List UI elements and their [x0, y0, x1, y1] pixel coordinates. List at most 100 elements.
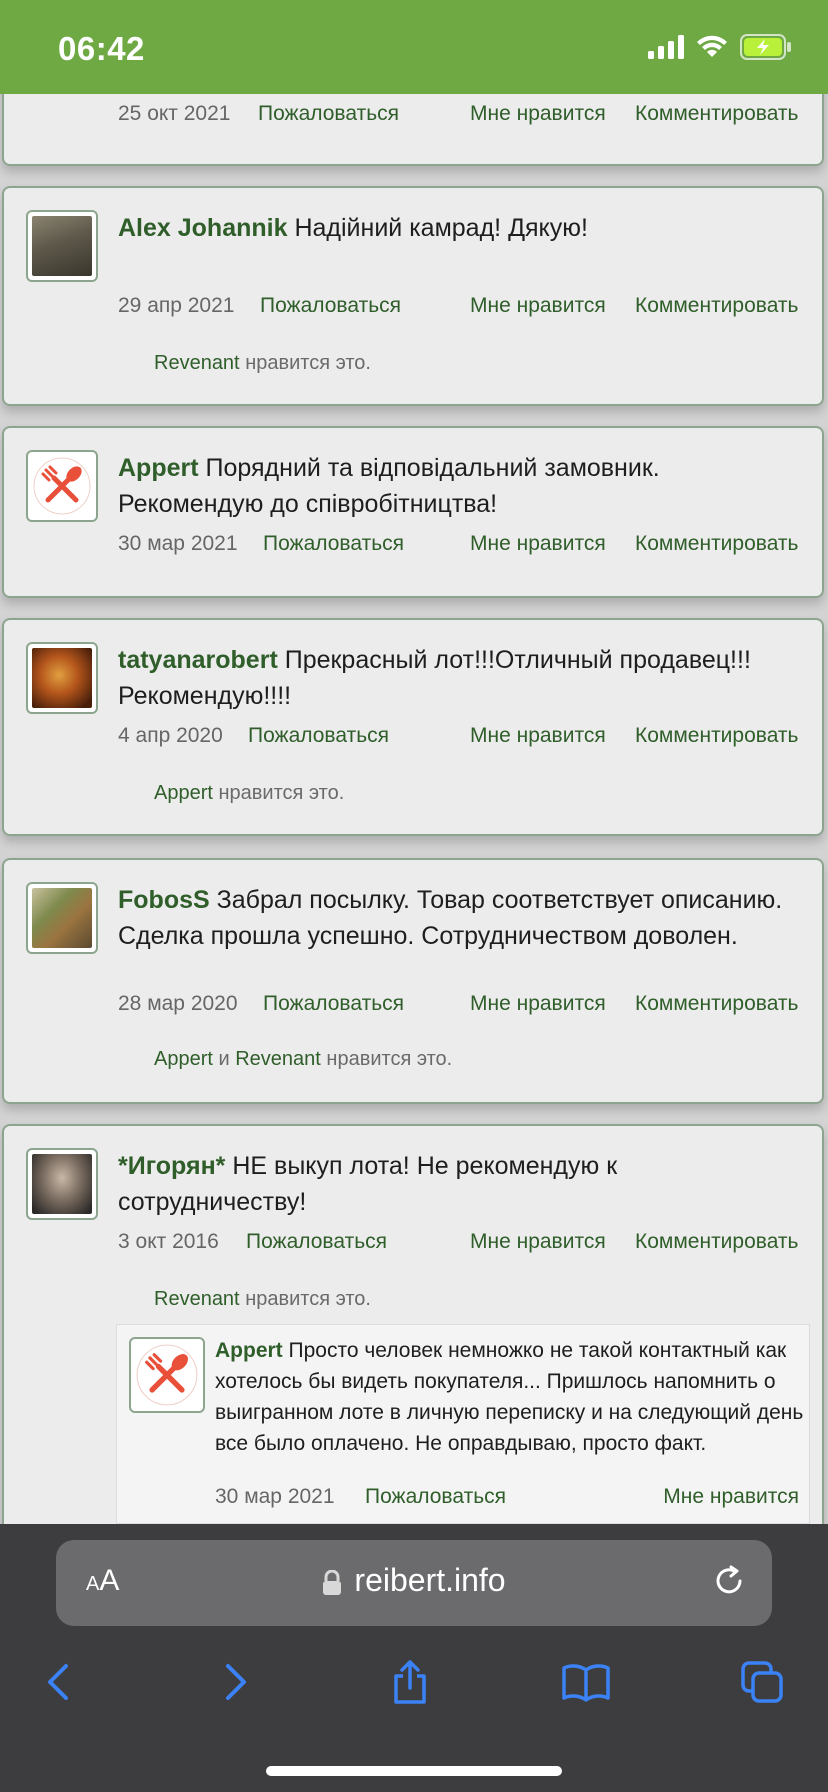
url-display[interactable]: reibert.info: [56, 1562, 772, 1599]
likes-summary: Appert и Revenant нравится это.: [154, 1048, 452, 1071]
status-time: 06:42: [58, 30, 145, 67]
comment-card: *Игорян* НЕ выкуп лота! Не рекомендую к …: [2, 1124, 824, 1524]
lock-icon: [323, 1569, 342, 1595]
avatar[interactable]: [26, 210, 98, 282]
comment-link[interactable]: Комментировать: [635, 992, 798, 1016]
comment-body: Забрал посылку. Товар соответствует опис…: [118, 886, 783, 950]
bookmarks-icon: [562, 1664, 610, 1702]
address-bar[interactable]: AA reibert.info: [56, 1540, 772, 1626]
comment-link[interactable]: Комментировать: [635, 724, 798, 748]
comment-date: 28 мар 2020: [118, 992, 238, 1015]
report-link[interactable]: Пожаловаться: [263, 992, 404, 1016]
status-bar: 06:42: [0, 0, 828, 94]
avatar[interactable]: [26, 1148, 98, 1220]
forward-button[interactable]: [206, 1652, 266, 1712]
comment-link[interactable]: Комментировать: [635, 102, 798, 126]
comment-date: 29 апр 2021: [118, 294, 235, 317]
like-link[interactable]: Мне нравится: [470, 724, 606, 748]
comment-card: FobosS Забрал посылку. Товар соответству…: [2, 858, 824, 1104]
like-link[interactable]: Мне нравится: [470, 102, 606, 126]
comment-card: tatyanarobert Прекрасный лот!!!Отличный …: [2, 618, 824, 836]
wifi-icon: [697, 35, 727, 57]
battery-icon: [740, 34, 791, 60]
comment-meta: 3 окт 2016 Пожаловаться Мне нравится Ком…: [118, 1230, 802, 1260]
reload-icon[interactable]: [712, 1564, 746, 1598]
home-indicator[interactable]: [266, 1766, 562, 1776]
comment-card: Appert Порядний та відповідальний замовн…: [2, 426, 824, 598]
report-link[interactable]: Пожаловаться: [263, 532, 404, 556]
like-link[interactable]: Мне нравится: [470, 992, 606, 1016]
tabs-icon: [741, 1661, 783, 1703]
comment-text: *Игорян* НЕ выкуп лота! Не рекомендую к …: [118, 1148, 808, 1220]
reply-body: Просто человек немножко не такой контакт…: [215, 1339, 804, 1455]
user-link[interactable]: Appert: [154, 782, 213, 804]
comment-date: 3 окт 2016: [118, 1230, 219, 1253]
comment-link[interactable]: Комментировать: [635, 532, 798, 556]
back-icon: [48, 1664, 68, 1700]
comment-link[interactable]: Комментировать: [635, 1230, 798, 1254]
author-link[interactable]: Alex Johannik: [118, 214, 288, 242]
signal-icon: [648, 35, 684, 59]
author-link[interactable]: *Игорян*: [118, 1152, 225, 1180]
comment-meta: 4 апр 2020 Пожаловаться Мне нравится Ком…: [118, 724, 802, 754]
like-link[interactable]: Мне нравится: [470, 294, 606, 318]
user-link[interactable]: Revenant: [235, 1048, 321, 1070]
share-button[interactable]: [380, 1652, 440, 1712]
like-link[interactable]: Мне нравится: [470, 1230, 606, 1254]
comment-text: FobosS Забрал посылку. Товар соответству…: [118, 882, 808, 954]
reply-text: Appert Просто человек немножко не такой …: [215, 1335, 805, 1459]
author-link[interactable]: Appert: [118, 454, 199, 482]
share-icon: [394, 1660, 426, 1704]
author-link[interactable]: tatyanarobert: [118, 646, 278, 674]
comment-card: Alex Johannik Надійний камрад! Дякую! 29…: [2, 186, 824, 406]
and-word: и: [218, 1048, 230, 1070]
comment-body: Порядний та відповідальний замовник. Рек…: [118, 454, 660, 518]
browser-chrome: AA reibert.info: [0, 1524, 828, 1792]
likes-suffix: нравится это.: [245, 1288, 371, 1310]
report-link[interactable]: Пожаловаться: [260, 294, 401, 318]
bookmarks-button[interactable]: [556, 1652, 616, 1712]
reply-date: 30 мар 2021: [215, 1485, 335, 1508]
likes-summary: Revenant нравится это.: [154, 1288, 371, 1311]
back-button[interactable]: [28, 1652, 88, 1712]
report-link[interactable]: Пожаловаться: [248, 724, 389, 748]
comment-feed[interactable]: 25 окт 2021 Пожаловаться Мне нравится Ко…: [0, 0, 828, 1524]
forward-icon: [226, 1664, 246, 1700]
avatar[interactable]: [129, 1337, 205, 1413]
author-link[interactable]: Appert: [215, 1339, 283, 1362]
likes-suffix: нравится это.: [245, 352, 371, 374]
fork-knife-icon: [136, 1344, 198, 1406]
report-link[interactable]: Пожаловаться: [258, 102, 399, 126]
author-link[interactable]: FobosS: [118, 886, 210, 914]
avatar[interactable]: [26, 450, 98, 522]
comment-date: 25 окт 2021: [118, 102, 231, 125]
comment-link[interactable]: Комментировать: [635, 294, 798, 318]
comment-text: tatyanarobert Прекрасный лот!!!Отличный …: [118, 642, 808, 714]
avatar[interactable]: [26, 642, 98, 714]
user-link[interactable]: Revenant: [154, 352, 240, 374]
comment-text: Alex Johannik Надійний камрад! Дякую!: [118, 210, 808, 246]
likes-suffix: нравится это.: [326, 1048, 453, 1070]
reply-meta: 30 мар 2021 Пожаловаться Мне нравится: [215, 1485, 799, 1515]
comment-meta: 29 апр 2021 Пожаловаться Мне нравится Ко…: [118, 294, 802, 324]
reply-block: Appert Просто человек немножко не такой …: [116, 1324, 810, 1524]
comment-text: Appert Порядний та відповідальний замовн…: [118, 450, 808, 522]
browser-toolbar: [0, 1652, 828, 1722]
comment-date: 30 мар 2021: [118, 532, 238, 555]
comment-meta: 28 мар 2020 Пожаловаться Мне нравится Ко…: [118, 992, 802, 1022]
likes-summary: Appert нравится это.: [154, 782, 344, 805]
likes-summary: Revenant нравится это.: [154, 352, 371, 375]
like-link[interactable]: Мне нравится: [663, 1485, 799, 1509]
comment-date: 4 апр 2020: [118, 724, 223, 747]
user-link[interactable]: Appert: [154, 1048, 213, 1070]
user-link[interactable]: Revenant: [154, 1288, 240, 1310]
report-link[interactable]: Пожаловаться: [365, 1485, 506, 1509]
like-link[interactable]: Мне нравится: [470, 532, 606, 556]
comment-meta: 25 окт 2021 Пожаловаться Мне нравится Ко…: [118, 102, 802, 132]
comment-meta: 30 мар 2021 Пожаловаться Мне нравится Ко…: [118, 532, 802, 562]
report-link[interactable]: Пожаловаться: [246, 1230, 387, 1254]
fork-knife-icon: [33, 457, 91, 515]
status-icons: [648, 34, 792, 60]
avatar[interactable]: [26, 882, 98, 954]
tabs-button[interactable]: [732, 1652, 792, 1712]
